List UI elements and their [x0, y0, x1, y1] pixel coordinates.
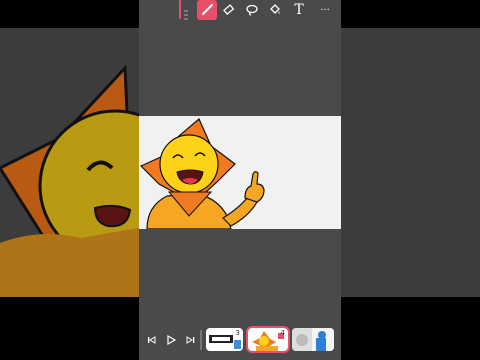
- background-blur-right: [341, 28, 480, 297]
- frame-thumbnail[interactable]: 3: [206, 328, 243, 351]
- background-blur-left: [0, 28, 139, 297]
- more-options-icon: ···: [320, 4, 330, 16]
- toolbar-edge-marker: [179, 0, 181, 19]
- drawing-canvas[interactable]: [139, 116, 341, 229]
- frame-thumbnail[interactable]: [292, 328, 334, 351]
- timeline-bar: 3 4: [139, 325, 341, 355]
- frame-number: 4: [280, 329, 285, 337]
- lasso-icon: [246, 4, 258, 16]
- skip-start-icon: [148, 336, 156, 344]
- more-options-button[interactable]: ···: [315, 0, 335, 20]
- handle-icon[interactable]: [184, 5, 188, 20]
- brush-tool-button[interactable]: [197, 0, 217, 20]
- text-tool-button[interactable]: T: [289, 0, 309, 20]
- frame-number: 3: [235, 329, 240, 337]
- top-toolbar: T ···: [139, 0, 341, 20]
- fill-tool-button[interactable]: [265, 0, 285, 20]
- eraser-icon: [223, 4, 235, 16]
- play-icon: [167, 335, 176, 345]
- last-frame-button[interactable]: [183, 333, 197, 347]
- drawing-app: T ··· 3 4: [139, 0, 341, 360]
- brush-icon: [201, 4, 213, 16]
- text-tool-icon: T: [294, 2, 304, 18]
- play-button[interactable]: [164, 333, 178, 347]
- first-frame-button[interactable]: [145, 333, 159, 347]
- timeline-divider: [200, 330, 202, 350]
- skip-end-icon: [186, 336, 195, 344]
- fill-bucket-icon: [269, 4, 281, 16]
- eraser-tool-button[interactable]: [219, 0, 239, 20]
- lasso-tool-button[interactable]: [242, 0, 262, 20]
- frame-thumbnail-active[interactable]: 4: [246, 326, 290, 353]
